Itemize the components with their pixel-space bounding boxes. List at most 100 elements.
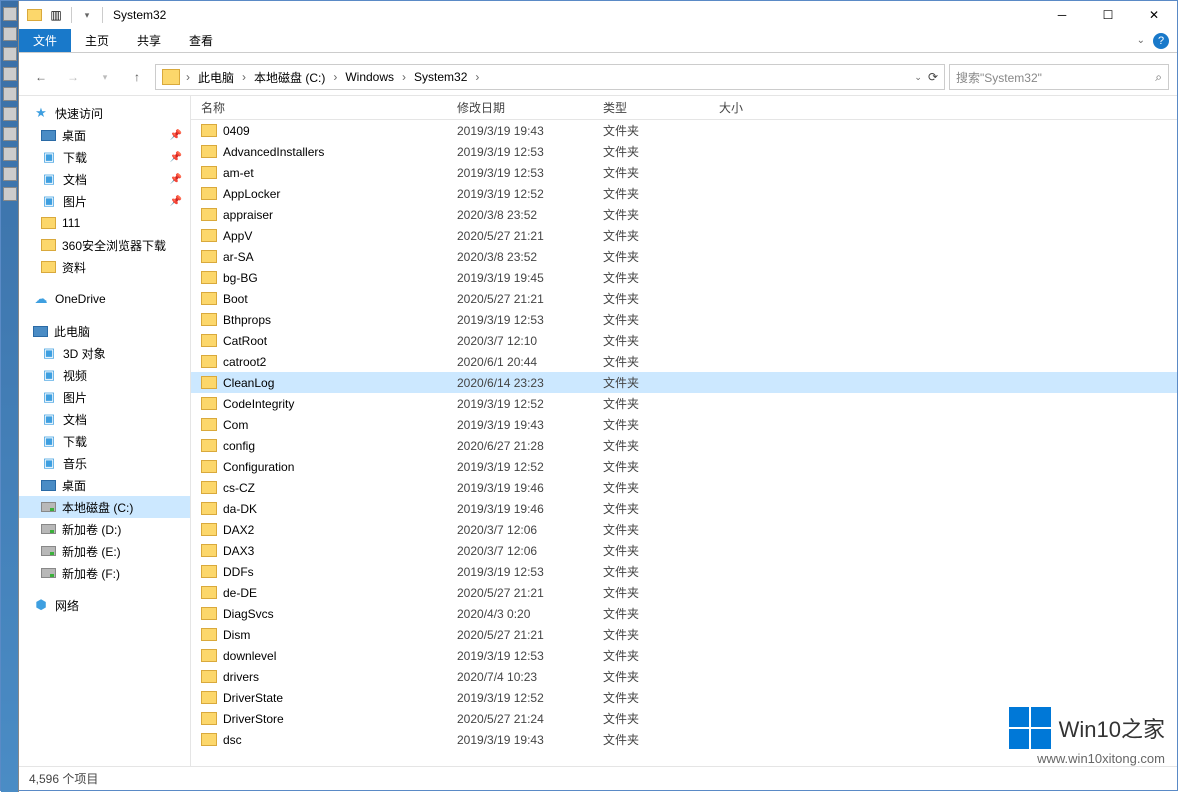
nav-item[interactable]: 111 (19, 212, 190, 234)
nav-item[interactable]: ▣图片 (19, 386, 190, 408)
file-row[interactable]: ar-SA2020/3/8 23:52文件夹 (191, 246, 1177, 267)
nav-item[interactable]: ▣文档 (19, 408, 190, 430)
navigation-pane[interactable]: ★ 快速访问 桌面📌▣下载📌▣文档📌▣图片📌111360安全浏览器下载资料 ☁ … (19, 96, 191, 766)
file-row[interactable]: Configuration2019/3/19 12:52文件夹 (191, 456, 1177, 477)
col-size[interactable]: 大小 (719, 99, 799, 116)
ribbon-file[interactable]: 文件 (19, 29, 71, 52)
blue-icon: ▣ (41, 433, 57, 449)
chevron-right-icon[interactable]: › (184, 70, 192, 84)
nav-item[interactable]: ▣音乐 (19, 452, 190, 474)
search-input[interactable]: 搜索"System32" ⌕ (949, 64, 1169, 90)
nav-item[interactable]: 本地磁盘 (C:) (19, 496, 190, 518)
folder-icon (201, 187, 217, 200)
nav-item[interactable]: 新加卷 (F:) (19, 562, 190, 584)
file-row[interactable]: AdvancedInstallers2019/3/19 12:53文件夹 (191, 141, 1177, 162)
nav-item[interactable]: ▣3D 对象 (19, 342, 190, 364)
file-row[interactable]: AppV2020/5/27 21:21文件夹 (191, 225, 1177, 246)
file-row[interactable]: CodeIntegrity2019/3/19 12:52文件夹 (191, 393, 1177, 414)
file-row[interactable]: drivers2020/7/4 10:23文件夹 (191, 666, 1177, 687)
file-row[interactable]: DiagSvcs2020/4/3 0:20文件夹 (191, 603, 1177, 624)
nav-item[interactable]: 资料 (19, 256, 190, 278)
windows-logo-icon (1009, 707, 1051, 749)
file-row[interactable]: DAX22020/3/7 12:06文件夹 (191, 519, 1177, 540)
nav-item[interactable]: ▣下载📌 (19, 146, 190, 168)
file-row[interactable]: catroot22020/6/1 20:44文件夹 (191, 351, 1177, 372)
maximize-button[interactable]: ☐ (1085, 1, 1131, 29)
nav-item[interactable]: ▣下载 (19, 430, 190, 452)
col-date[interactable]: 修改日期 (457, 99, 603, 116)
col-type[interactable]: 类型 (603, 99, 719, 116)
pin-icon: 📌 (170, 196, 182, 207)
ribbon-tab-view[interactable]: 查看 (175, 29, 227, 52)
file-row[interactable]: DDFs2019/3/19 12:53文件夹 (191, 561, 1177, 582)
watermark: Win10之家 www.win10xitong.com (1009, 707, 1165, 766)
chevron-right-icon[interactable]: › (240, 70, 248, 84)
folder-icon (201, 733, 217, 746)
nav-item[interactable]: ▣图片📌 (19, 190, 190, 212)
nav-item[interactable]: 新加卷 (E:) (19, 540, 190, 562)
star-icon: ★ (33, 105, 49, 121)
file-row[interactable]: CatRoot2020/3/7 12:10文件夹 (191, 330, 1177, 351)
nav-item[interactable]: 桌面📌 (19, 124, 190, 146)
qa-props-icon[interactable]: ▥ (47, 6, 65, 24)
pin-icon: 📌 (170, 174, 182, 185)
monitor-icon (41, 130, 56, 141)
file-list[interactable]: 04092019/3/19 19:43文件夹AdvancedInstallers… (191, 120, 1177, 766)
nav-thispc[interactable]: 此电脑 (19, 320, 190, 342)
recent-dropdown[interactable]: ▾ (91, 63, 119, 91)
file-row[interactable]: 04092019/3/19 19:43文件夹 (191, 120, 1177, 141)
chevron-right-icon[interactable]: › (400, 70, 408, 84)
folder-icon (201, 313, 217, 326)
folder-icon (201, 481, 217, 494)
file-row[interactable]: DriverState2019/3/19 12:52文件夹 (191, 687, 1177, 708)
col-name[interactable]: 名称 (201, 99, 457, 116)
nav-item[interactable]: ▣视频 (19, 364, 190, 386)
file-row[interactable]: CleanLog2020/6/14 23:23文件夹 (191, 372, 1177, 393)
help-icon[interactable]: ? (1153, 33, 1169, 49)
ribbon-tab-share[interactable]: 共享 (123, 29, 175, 52)
folder-icon (201, 460, 217, 473)
up-button[interactable]: ↑ (123, 63, 151, 91)
column-headers[interactable]: 名称 修改日期 类型 大小 (191, 96, 1177, 120)
file-row[interactable]: de-DE2020/5/27 21:21文件夹 (191, 582, 1177, 603)
back-button[interactable]: ← (27, 63, 55, 91)
ribbon-expand-icon[interactable]: ⌄ (1137, 35, 1145, 46)
refresh-icon[interactable]: ⟳ (928, 70, 938, 84)
qa-dropdown-icon[interactable]: ▾ (78, 6, 96, 24)
nav-network[interactable]: ⬢ 网络 (19, 594, 190, 616)
file-row[interactable]: downlevel2019/3/19 12:53文件夹 (191, 645, 1177, 666)
file-row[interactable]: Dism2020/5/27 21:21文件夹 (191, 624, 1177, 645)
desktop-strip (1, 1, 19, 792)
file-row[interactable]: DAX32020/3/7 12:06文件夹 (191, 540, 1177, 561)
file-row[interactable]: AppLocker2019/3/19 12:52文件夹 (191, 183, 1177, 204)
address-dropdown-icon[interactable]: ⌄ (914, 72, 922, 83)
pc-icon (33, 326, 48, 337)
file-row[interactable]: Boot2020/5/27 21:21文件夹 (191, 288, 1177, 309)
crumb-windows[interactable]: Windows (339, 65, 400, 89)
chevron-right-icon[interactable]: › (331, 70, 339, 84)
file-row[interactable]: Com2019/3/19 19:43文件夹 (191, 414, 1177, 435)
ribbon-tab-home[interactable]: 主页 (71, 29, 123, 52)
address-bar[interactable]: › 此电脑 › 本地磁盘 (C:) › Windows › System32 ›… (155, 64, 945, 90)
nav-item[interactable]: 新加卷 (D:) (19, 518, 190, 540)
file-row[interactable]: appraiser2020/3/8 23:52文件夹 (191, 204, 1177, 225)
file-row[interactable]: cs-CZ2019/3/19 19:46文件夹 (191, 477, 1177, 498)
file-row[interactable]: bg-BG2019/3/19 19:45文件夹 (191, 267, 1177, 288)
nav-onedrive[interactable]: ☁ OneDrive (19, 288, 190, 310)
nav-item[interactable]: 360安全浏览器下载 (19, 234, 190, 256)
minimize-button[interactable]: ─ (1039, 1, 1085, 29)
crumb-system32[interactable]: System32 (408, 65, 473, 89)
nav-item[interactable]: 桌面 (19, 474, 190, 496)
crumb-c-drive[interactable]: 本地磁盘 (C:) (248, 65, 331, 89)
chevron-right-icon[interactable]: › (473, 70, 481, 84)
close-button[interactable]: ✕ (1131, 1, 1177, 29)
crumb-thispc[interactable]: 此电脑 (192, 65, 240, 89)
file-row[interactable]: da-DK2019/3/19 19:46文件夹 (191, 498, 1177, 519)
file-row[interactable]: am-et2019/3/19 12:53文件夹 (191, 162, 1177, 183)
nav-item[interactable]: ▣文档📌 (19, 168, 190, 190)
forward-button[interactable]: → (59, 63, 87, 91)
blue-icon: ▣ (41, 149, 57, 165)
file-row[interactable]: Bthprops2019/3/19 12:53文件夹 (191, 309, 1177, 330)
file-row[interactable]: config2020/6/27 21:28文件夹 (191, 435, 1177, 456)
nav-quick-access[interactable]: ★ 快速访问 (19, 102, 190, 124)
